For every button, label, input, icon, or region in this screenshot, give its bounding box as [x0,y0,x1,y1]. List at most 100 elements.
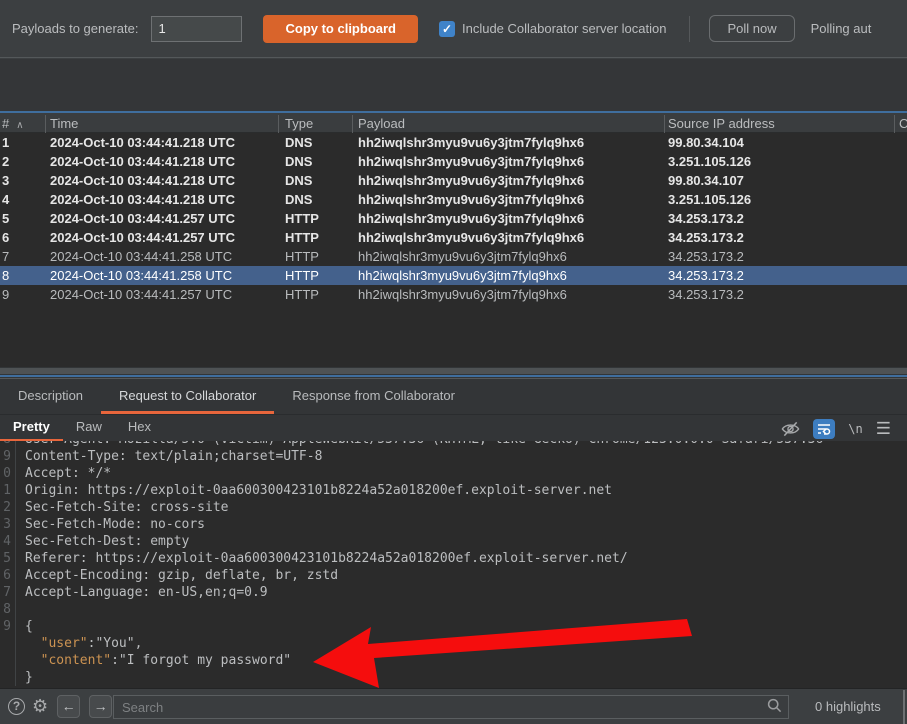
table-row[interactable]: 52024-Oct-10 03:44:41.257 UTCHTTPhh2iwql… [0,209,907,228]
poll-now-button[interactable]: Poll now [709,15,794,42]
line-number: 9 [0,618,16,635]
line-text: Sec-Fetch-Mode: no-cors [16,516,205,533]
hide-nonprinting-eye-off-icon[interactable] [781,421,800,437]
column-separator[interactable] [894,115,895,133]
table-header: #∧ Time Type Payload Source IP address C [0,111,907,133]
row-time: 2024-Oct-10 03:44:41.258 UTC [50,247,232,266]
payloads-to-generate-label: Payloads to generate: [12,21,138,36]
column-separator[interactable] [45,115,46,133]
tab-description[interactable]: Description [0,380,101,414]
editor-line: 6Accept-Encoding: gzip, deflate, br, zst… [0,567,907,584]
tab-request-to-collaborator[interactable]: Request to Collaborator [101,380,274,414]
row-type: HTTP [285,209,319,228]
line-text: "user":"You", [16,635,142,652]
column-header-source-ip[interactable]: Source IP address [668,115,775,133]
table-row[interactable]: 6 2024-Oct-10 03:44:41.257 UTC HTTP hh2iwql… [0,228,907,247]
table-row[interactable]: 32024-Oct-10 03:44:41.218 UTCDNShh2iwqls… [0,171,907,190]
row-time: 2024-Oct-10 03:44:41.257 UTC [50,285,232,304]
interactions-table: #∧ Time Type Payload Source IP address C… [0,111,907,367]
view-tab-raw[interactable]: Raw [63,415,115,441]
row-time: 2024-Oct-10 03:44:41.218 UTC [50,152,235,171]
editor-line: 0Accept: */* [0,465,907,482]
row-time: 2024-Oct-10 03:44:41.218 UTC [50,133,235,152]
settings-gear-icon[interactable]: ⚙ [32,696,48,717]
json-key: "user" [41,636,88,651]
column-header-number[interactable]: #∧ [2,115,24,133]
soft-wrap-icon[interactable] [813,419,835,439]
row-type: HTTP [285,285,319,304]
table-row[interactable]: 72024-Oct-10 03:44:41.258 UTCHTTPhh2iwql… [0,247,907,266]
editor-menu-icon[interactable]: ☰ [876,419,891,439]
line-number: 2 [0,499,16,516]
line-number: 7 [0,584,16,601]
table-row[interactable]: 9 2024-Oct-10 03:44:41.257 UTC HTTP hh2iwql… [0,285,907,304]
include-server-location-checkbox[interactable]: ✓ [439,21,455,37]
column-header-time[interactable]: Time [50,115,78,133]
table-row[interactable]: 22024-Oct-10 03:44:41.218 UTCDNShh2iwqls… [0,152,907,171]
row-type: DNS [285,152,312,171]
row-number: 9 [2,285,9,304]
row-payload: hh2iwqlshr3myu9vu6y3jtm7fylq9hx6 [358,133,584,152]
line-text: } [16,669,33,686]
row-type: HTTP [285,228,319,247]
row-time: 2024-Oct-10 03:44:41.257 UTC [50,228,235,247]
payloads-count-input[interactable] [151,16,242,42]
message-editor-toolbar: PrettyRawHex \n ☰ [0,414,907,441]
help-icon[interactable]: ? [8,698,25,715]
next-match-button[interactable]: → [89,695,112,718]
row-number: 7 [2,247,9,266]
editor-line: 8User-Agent: Mozilla/5.0 (Victim) AppleW… [0,441,907,448]
row-payload: hh2iwqlshr3myu9vu6y3jtm7fylq9hx6 [358,152,584,171]
line-text: "content":"I forgot my password" [16,652,291,669]
column-separator[interactable] [352,115,353,133]
row-time: 2024-Oct-10 03:44:41.257 UTC [50,209,235,228]
search-icon[interactable] [767,698,782,716]
line-text: Sec-Fetch-Site: cross-site [16,499,229,516]
view-tab-pretty[interactable]: Pretty [0,415,63,441]
table-row[interactable]: 82024-Oct-10 03:44:41.258 UTCHTTPhh2iwql… [0,266,907,285]
show-newlines-icon[interactable]: \n [848,422,862,436]
collaborator-toolbar: Payloads to generate: Copy to clipboard … [0,0,907,58]
line-text: { [16,618,33,635]
search-input[interactable] [114,700,767,715]
line-number: 6 [0,567,16,584]
line-text: Accept-Encoding: gzip, deflate, br, zstd [16,567,338,584]
table-row[interactable]: 12024-Oct-10 03:44:41.218 UTCDNShh2iwqls… [0,133,907,152]
include-server-location-label: Include Collaborator server location [462,21,667,36]
tab-response-from-collaborator[interactable]: Response from Collaborator [274,380,473,414]
column-header-comment[interactable]: C [899,115,907,133]
editor-line: "content":"I forgot my password" [0,652,907,669]
row-payload: hh2iwqlshr3myu9vu6y3jtm7fylq9hx6 [358,228,584,247]
row-payload: hh2iwqlshr3myu9vu6y3jtm7fylq9hx6 [358,247,567,266]
panel-gap [0,59,907,111]
request-editor[interactable]: 8User-Agent: Mozilla/5.0 (Victim) AppleW… [0,441,907,688]
row-number: 6 [2,228,9,247]
view-tab-hex[interactable]: Hex [115,415,164,441]
editor-line: } [0,669,907,686]
row-payload: hh2iwqlshr3myu9vu6y3jtm7fylq9hx6 [358,209,584,228]
editor-line: 9{ [0,618,907,635]
line-number: 8 [0,601,16,618]
line-number: 9 [0,448,16,465]
copy-to-clipboard-button[interactable]: Copy to clipboard [263,15,418,43]
line-number [0,652,16,669]
column-header-payload[interactable]: Payload [358,115,405,133]
search-statusbar: ? ⚙ ← → 0 highlights [0,688,907,724]
column-separator[interactable] [664,115,665,133]
previous-match-button[interactable]: ← [57,695,80,718]
row-payload: hh2iwqlshr3myu9vu6y3jtm7fylq9hx6 [358,285,567,304]
line-number: 3 [0,516,16,533]
table-row[interactable]: 42024-Oct-10 03:44:41.218 UTCDNShh2iwqls… [0,190,907,209]
row-number: 1 [2,133,9,152]
row-payload: hh2iwqlshr3myu9vu6y3jtm7fylq9hx6 [358,266,567,285]
line-number: 0 [0,465,16,482]
row-number: 4 [2,190,9,209]
column-separator[interactable] [278,115,279,133]
horizontal-splitter[interactable] [0,367,907,380]
editor-line: 9Content-Type: text/plain;charset=UTF-8 [0,448,907,465]
line-text: Sec-Fetch-Dest: empty [16,533,189,550]
line-text: Accept-Language: en-US,en;q=0.9 [16,584,268,601]
row-source-ip: 99.80.34.104 [668,133,744,152]
column-header-type[interactable]: Type [285,115,313,133]
window-edge [903,690,905,724]
